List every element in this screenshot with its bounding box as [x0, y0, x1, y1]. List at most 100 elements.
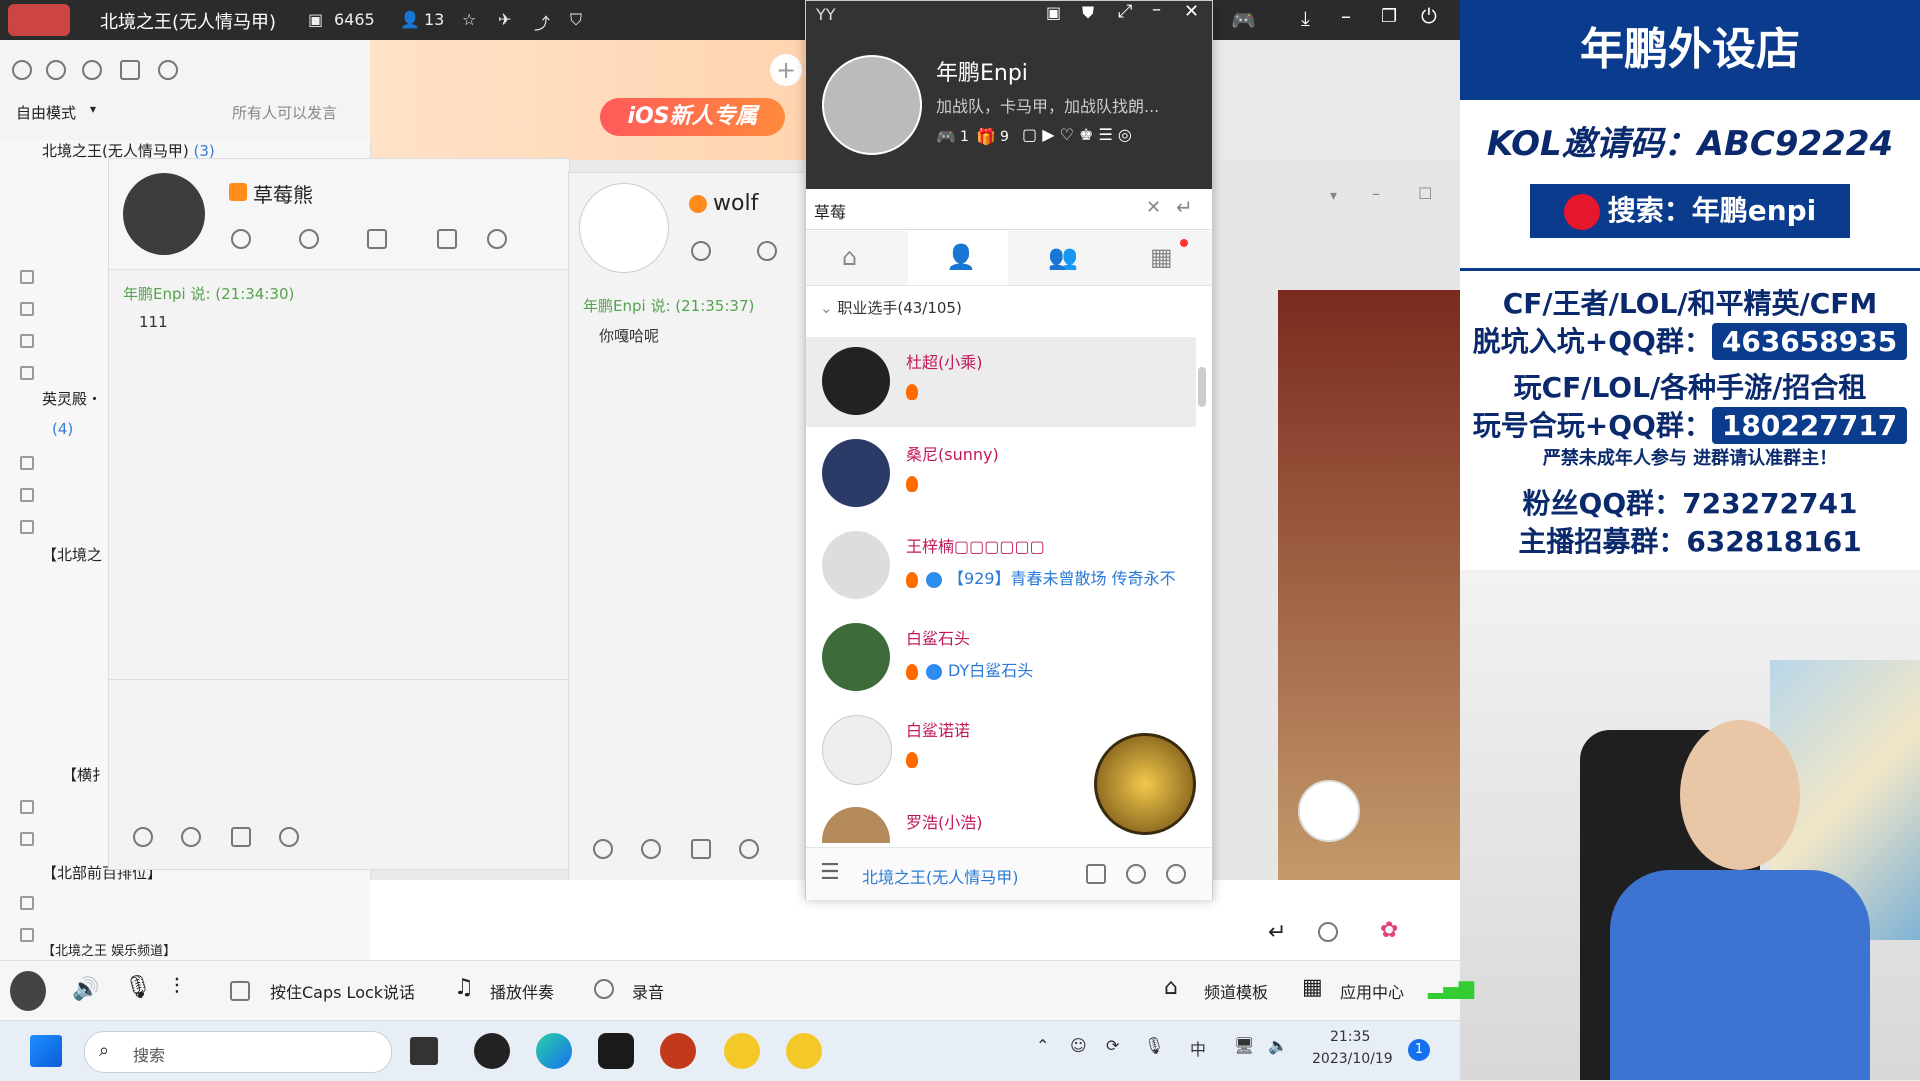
- template-icon[interactable]: ⌂: [1164, 975, 1178, 1000]
- shirt-icon[interactable]: ⛊: [1082, 3, 1094, 23]
- user-icon[interactable]: [12, 60, 32, 80]
- clock-time[interactable]: 21:35: [1330, 1029, 1370, 1045]
- tray-app-icon[interactable]: ☺: [1070, 1036, 1087, 1055]
- windows-start-icon[interactable]: [30, 1035, 62, 1067]
- footer-channel-link[interactable]: 北境之王(无人情马甲): [862, 864, 1019, 888]
- user-avatar[interactable]: [8, 4, 70, 36]
- edge-browser-icon[interactable]: [536, 1033, 572, 1069]
- message-icon[interactable]: [437, 229, 457, 249]
- enter-icon[interactable]: ↵: [1268, 920, 1286, 945]
- chevron-down-icon[interactable]: ▾: [1330, 188, 1337, 204]
- location-icon[interactable]: [82, 60, 102, 80]
- record-button[interactable]: 录音: [632, 979, 664, 1003]
- camera-icon[interactable]: [231, 229, 251, 249]
- tab-groups[interactable]: 👥: [1010, 231, 1110, 285]
- mode-chevron-icon[interactable]: ▾: [90, 102, 96, 116]
- settings-icon[interactable]: [1126, 864, 1146, 884]
- list-item[interactable]: 白鲨石头 DY白鲨石头: [806, 613, 1196, 703]
- folder-icon[interactable]: [367, 229, 387, 249]
- notification-badge[interactable]: 1: [1408, 1039, 1430, 1061]
- record-icon[interactable]: [594, 979, 614, 999]
- clock-date[interactable]: 2023/10/19: [1312, 1051, 1393, 1067]
- character-avatar-icon[interactable]: [1298, 780, 1360, 842]
- scrollbar[interactable]: [1198, 367, 1206, 407]
- crossfire-icon[interactable]: [660, 1033, 696, 1069]
- favorite-icon[interactable]: ☆: [462, 10, 476, 29]
- channel-item[interactable]: 英灵殿・: [42, 388, 102, 409]
- search-icon[interactable]: [1166, 864, 1186, 884]
- sync-icon[interactable]: ⟳: [1106, 1036, 1119, 1055]
- image-icon[interactable]: [691, 839, 711, 859]
- list-item[interactable]: 桑尼(sunny): [806, 429, 1196, 519]
- channel-item[interactable]: 【北境之: [42, 544, 102, 565]
- emoji-icon[interactable]: [133, 827, 153, 847]
- enter-icon[interactable]: ↵: [1176, 195, 1193, 219]
- contact-avatar[interactable]: [579, 183, 669, 273]
- camera-icon[interactable]: [691, 241, 711, 261]
- scissors-icon[interactable]: [641, 839, 661, 859]
- minimize-icon[interactable]: –: [1152, 0, 1161, 20]
- music-icon[interactable]: ♫: [454, 975, 474, 1000]
- list-item[interactable]: 杜超(小乘): [806, 337, 1196, 427]
- mic-icon[interactable]: [757, 241, 777, 261]
- support-icon[interactable]: [46, 60, 66, 80]
- mic-icon[interactable]: 🎙: [124, 975, 152, 1000]
- list-item[interactable]: 王梓楠▢▢▢▢▢▢ 【929】青春未曾散场 传奇永不: [806, 521, 1196, 611]
- add-icon[interactable]: +: [770, 54, 802, 86]
- game-emblem-icon[interactable]: [1094, 733, 1196, 835]
- shield-icon[interactable]: [487, 229, 507, 249]
- speaker-icon[interactable]: 🔊: [72, 977, 99, 1002]
- scissors-icon[interactable]: [181, 827, 201, 847]
- mic-tray-icon[interactable]: 🎙: [1144, 1036, 1164, 1055]
- alert-icon[interactable]: ⛉: [570, 10, 582, 30]
- yy-icon-2[interactable]: [786, 1033, 822, 1069]
- flower-icon[interactable]: ✿: [1380, 918, 1398, 943]
- play-accompaniment-button[interactable]: 播放伴奏: [490, 979, 554, 1003]
- contact-avatar[interactable]: [123, 173, 205, 255]
- speech-bubble-icon[interactable]: [1318, 922, 1338, 942]
- equalizer-icon[interactable]: ⫶: [174, 975, 180, 1000]
- ime-indicator[interactable]: 中: [1190, 1036, 1206, 1060]
- restore-icon[interactable]: ❐: [1381, 6, 1397, 27]
- search-input[interactable]: 草莓: [814, 199, 846, 223]
- tab-apps[interactable]: ▦: [1112, 231, 1212, 285]
- chevron-up-icon[interactable]: ⌃: [1036, 1036, 1049, 1055]
- game-icon[interactable]: 🎮: [1231, 8, 1256, 32]
- minimize-icon[interactable]: –: [1372, 184, 1380, 203]
- expand-icon[interactable]: ⤢: [1118, 1, 1132, 22]
- history-icon[interactable]: [279, 827, 299, 847]
- group-header[interactable]: ⌄ 职业选手(43/105): [820, 297, 962, 318]
- history-icon[interactable]: [739, 839, 759, 859]
- app-icon-g[interactable]: [598, 1033, 634, 1069]
- task-view-icon[interactable]: [410, 1037, 438, 1065]
- emoji-icon[interactable]: [593, 839, 613, 859]
- profile-avatar[interactable]: [822, 55, 922, 155]
- channel-item[interactable]: (4): [52, 420, 73, 438]
- maximize-icon[interactable]: ☐: [1418, 184, 1432, 203]
- channel-template-button[interactable]: 频道模板: [1204, 979, 1268, 1003]
- self-avatar[interactable]: [10, 971, 46, 1011]
- mode-select[interactable]: 自由模式: [16, 102, 76, 123]
- ios-new-user-badge[interactable]: iOS新人专属: [600, 98, 785, 136]
- skin-icon[interactable]: ▣: [1046, 3, 1061, 22]
- network-icon[interactable]: 🖥: [1234, 1036, 1254, 1055]
- clear-icon[interactable]: ✕: [1146, 197, 1161, 218]
- minimize-icon[interactable]: –: [1341, 4, 1351, 28]
- channel-item[interactable]: 【横扌: [62, 764, 107, 785]
- notes-icon[interactable]: [120, 60, 140, 80]
- app-icon-1[interactable]: [474, 1033, 510, 1069]
- power-icon[interactable]: ⏻: [1421, 4, 1437, 28]
- channel-item[interactable]: 【北境之王 娱乐频道】: [42, 940, 176, 959]
- video-icon[interactable]: [1086, 864, 1106, 884]
- tab-friends[interactable]: 👤: [908, 231, 1008, 285]
- plane-icon[interactable]: ✈: [498, 10, 511, 29]
- app-center-button[interactable]: 应用中心: [1340, 979, 1404, 1003]
- caps-lock-talk-label[interactable]: 按住Caps Lock说话: [270, 979, 415, 1003]
- search-icon[interactable]: [158, 60, 178, 80]
- contact-search[interactable]: 草莓 ✕ ↵: [806, 189, 1212, 230]
- close-icon[interactable]: ✕: [1184, 1, 1199, 22]
- taskbar-search[interactable]: ⌕ 搜索: [84, 1031, 392, 1073]
- tab-home[interactable]: ⌂: [806, 231, 906, 285]
- image-icon[interactable]: [231, 827, 251, 847]
- grid-icon[interactable]: ▦: [1302, 975, 1323, 1000]
